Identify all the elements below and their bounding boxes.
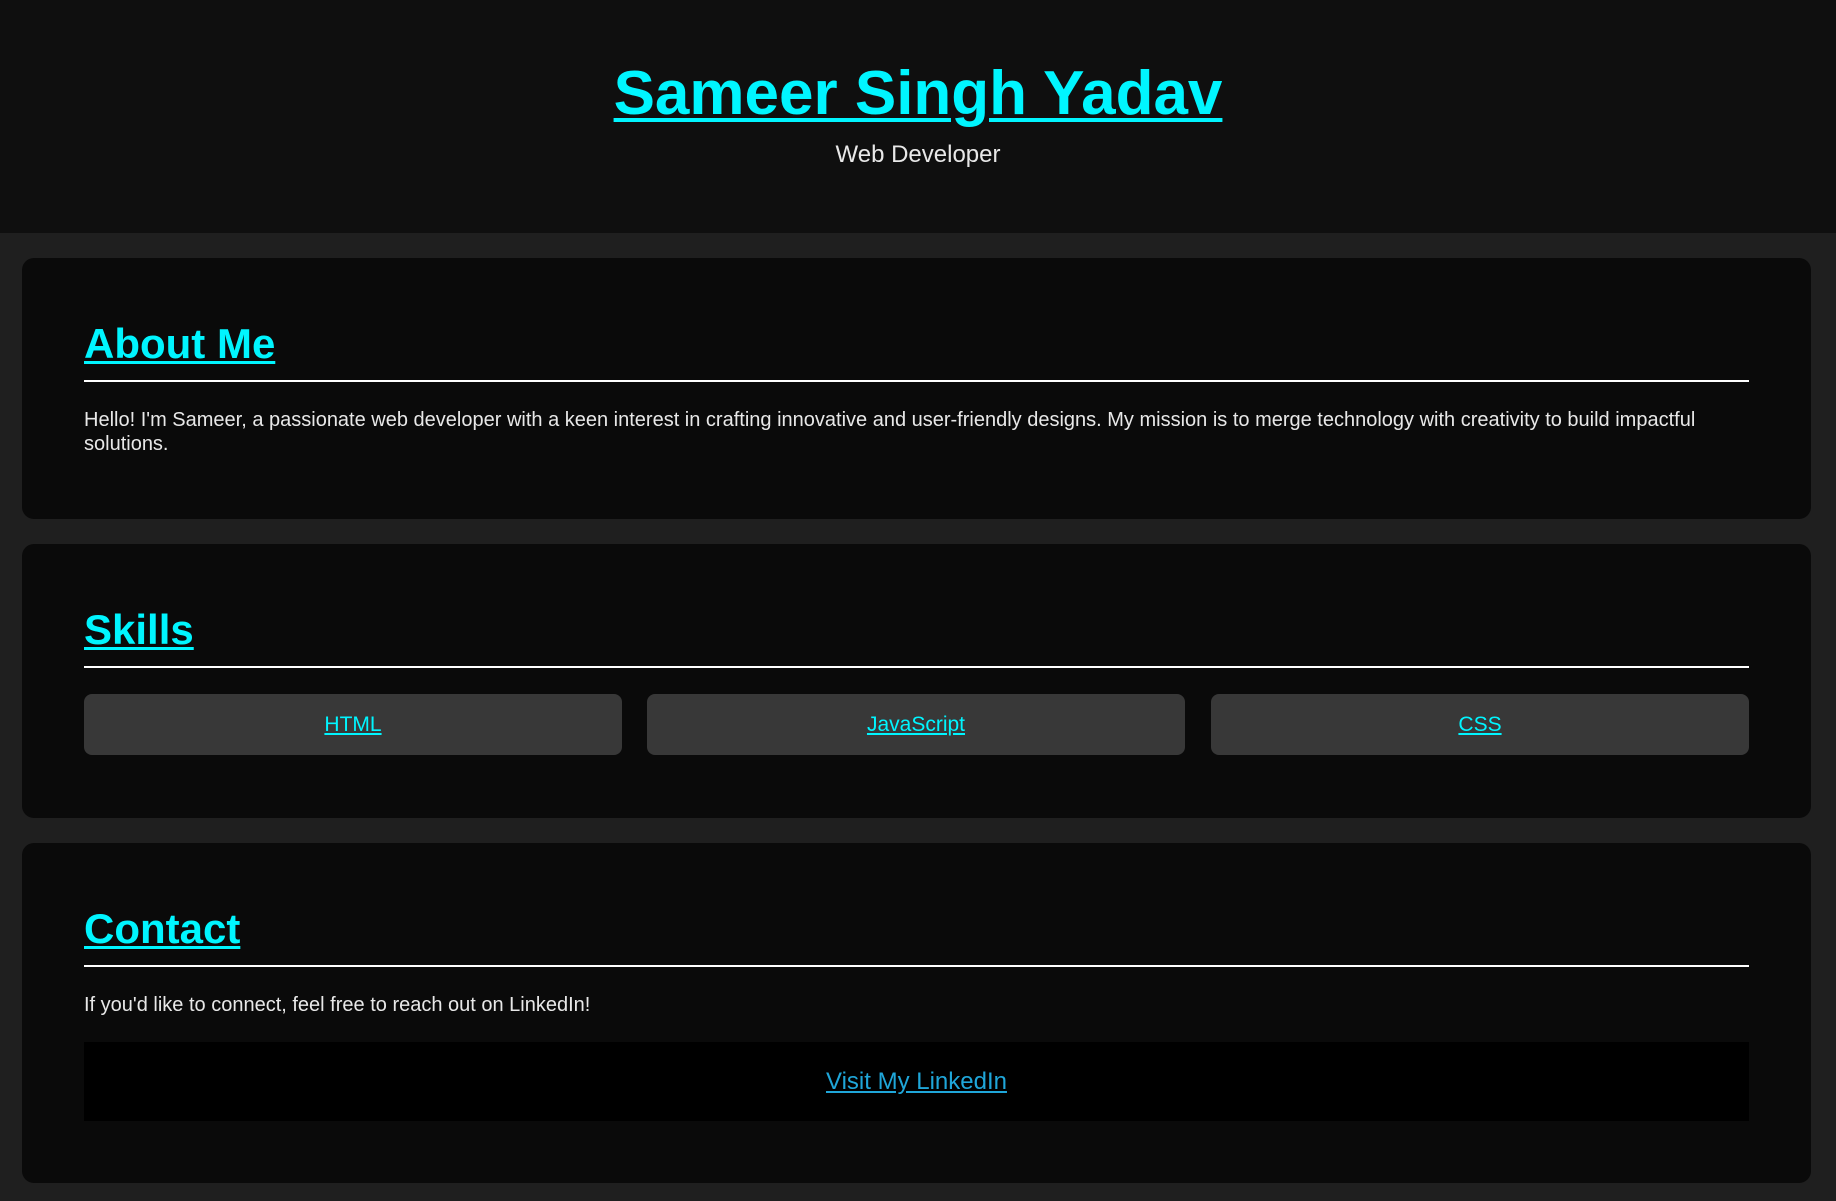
- skills-heading[interactable]: Skills: [84, 606, 194, 654]
- contact-text: If you'd like to connect, feel free to r…: [84, 994, 591, 1016]
- page-header: Sameer Singh Yadav Web Developer: [0, 0, 1836, 233]
- skill-item-html[interactable]: HTML: [84, 694, 622, 755]
- contact-section: Contact If you'd like to connect, feel f…: [22, 843, 1811, 1183]
- page-subtitle: Web Developer: [835, 141, 1001, 168]
- linkedin-box: Visit My LinkedIn: [84, 1042, 1749, 1121]
- about-heading[interactable]: About Me: [84, 320, 275, 368]
- contact-divider: [84, 965, 1749, 967]
- about-divider: [84, 380, 1749, 382]
- skills-divider: [84, 666, 1749, 668]
- linkedin-link[interactable]: Visit My LinkedIn: [826, 1068, 1007, 1095]
- skill-item-css[interactable]: CSS: [1211, 694, 1749, 755]
- about-section: About Me Hello! I'm Sameer, a passionate…: [22, 258, 1811, 519]
- skill-item-javascript[interactable]: JavaScript: [647, 694, 1185, 755]
- about-text: Hello! I'm Sameer, a passionate web deve…: [84, 409, 1696, 455]
- page-title[interactable]: Sameer Singh Yadav: [0, 58, 1836, 130]
- contact-heading[interactable]: Contact: [84, 905, 240, 953]
- skills-section: Skills HTML JavaScript CSS: [22, 544, 1811, 818]
